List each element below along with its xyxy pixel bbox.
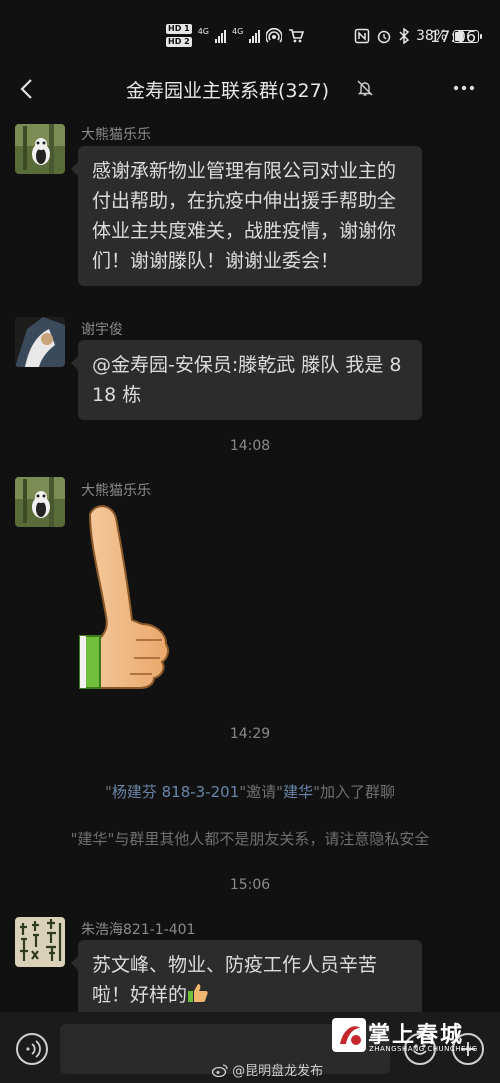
network-indicators: HD 1 HD 2 4G 4G <box>166 24 305 47</box>
timestamp: 14:29 <box>229 726 271 742</box>
voice-icon <box>26 1040 41 1058</box>
clock: 17:06 <box>430 27 477 46</box>
hd-badges: HD 1 HD 2 <box>166 24 192 47</box>
sender-name: 大熊猫乐乐 <box>81 127 151 143</box>
signal2-icon <box>249 29 261 43</box>
thumbs-up-sticker[interactable] <box>78 500 174 690</box>
sender-name: 朱浩海821-1-401 <box>81 922 196 938</box>
quote: " <box>104 783 112 801</box>
cart-icon <box>289 28 305 42</box>
chat-header: 金寿园业主联系群(327) <box>0 64 500 114</box>
invitee-link[interactable]: 建华 <box>283 783 313 801</box>
sender-name: 大熊猫乐乐 <box>81 483 151 499</box>
bluetooth-icon <box>399 28 410 44</box>
hd2-badge: HD 2 <box>166 37 192 47</box>
invite-tail: "加入了群聊 <box>313 783 396 801</box>
zhangshang-logo-icon <box>332 1018 366 1052</box>
message-bubble[interactable]: @金寿园-安保员:滕乾武 滕队 我是 818 栋 <box>71 340 422 420</box>
bell-off-icon <box>357 80 373 96</box>
net1-label: 4G <box>197 27 209 36</box>
sender-name: 谢宇俊 <box>81 322 123 338</box>
chat-title: 金寿园业主联系群(327) <box>126 80 330 102</box>
avatar[interactable] <box>15 124 65 174</box>
credit-text: @昆明盘龙发布 <box>232 1064 324 1079</box>
thumbs-up-icon <box>188 984 208 1002</box>
message-text: 苏文峰、物业、防疫工作人员辛苦啦！好样的 <box>92 954 378 1006</box>
inviter-link[interactable]: 杨建芬 818-3-201 <box>112 783 239 801</box>
weibo-icon <box>211 1064 228 1078</box>
avatar[interactable] <box>15 477 65 527</box>
timestamp: 15:06 <box>229 877 271 893</box>
net2-label: 4G <box>231 27 244 36</box>
invite-notice: "杨建芬 818-3-201"邀请"建华"加入了群聊 <box>0 781 500 802</box>
more-dots-icon <box>453 85 475 91</box>
hotspot-icon <box>266 27 283 43</box>
timestamp: 14:08 <box>229 438 271 454</box>
chevron-left-icon <box>20 79 32 99</box>
message-bubble[interactable]: 苏文峰、物业、防疫工作人员辛苦啦！好样的 <box>71 940 422 1020</box>
nfc-icon <box>354 28 370 44</box>
message-bubble[interactable]: 感谢承新物业管理有限公司对业主的付出帮助，在抗疫中伸出援手帮助全体业主共度难关，… <box>71 146 422 286</box>
signal1-icon <box>214 29 226 43</box>
back-button[interactable] <box>14 74 40 104</box>
watermark-sub: ZHANGSHANG CHUNCHENG <box>369 1045 478 1053</box>
alarm-icon <box>377 30 391 44</box>
more-button[interactable] <box>452 76 476 106</box>
source-credit: @昆明盘龙发布 <box>211 1060 324 1079</box>
invite-text: "邀请" <box>239 783 284 801</box>
avatar[interactable] <box>15 917 65 967</box>
voice-button[interactable] <box>16 1033 48 1065</box>
privacy-notice: "建华"与群里其他人都不是朋友关系，请注意隐私安全 <box>70 830 430 848</box>
hd1-badge: HD 1 <box>166 24 192 34</box>
thumbs-up-icon <box>79 505 170 689</box>
avatar[interactable] <box>15 317 65 367</box>
